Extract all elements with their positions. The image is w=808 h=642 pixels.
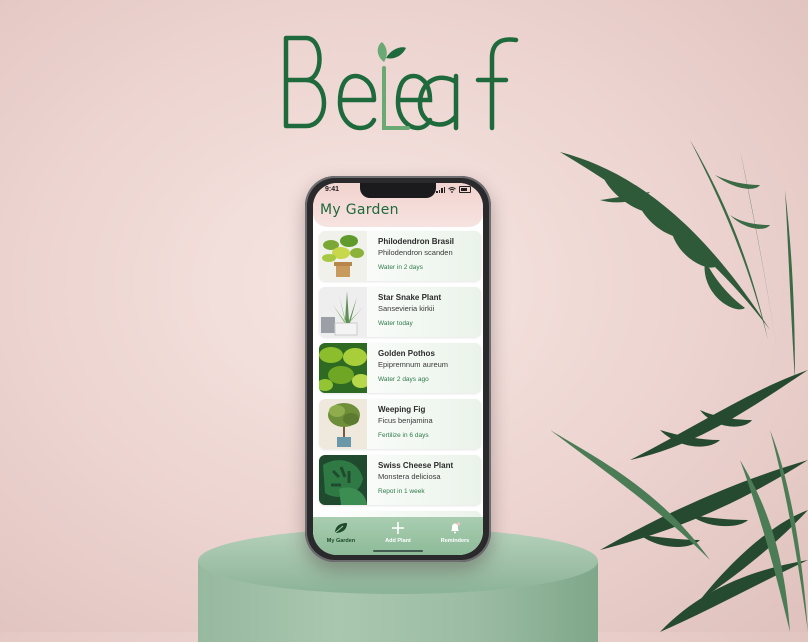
plant-name: Star Snake Plant [378,293,442,302]
plant-scientific-name: Sansevieria kirkii [378,304,435,313]
care-task: Water today [378,320,413,327]
plant-photo [319,455,367,505]
plant-scientific-name: Monstera deliciosa [378,472,441,481]
plant-name: Golden Pothos [378,349,435,358]
signal-icon [436,186,445,193]
tab-my-garden[interactable]: My Garden [313,521,369,551]
phone-notch [360,183,436,198]
plant-scientific-name: Ficus benjamina [378,416,433,425]
tab-label: Add Plant [385,538,411,544]
plus-icon [392,522,404,534]
status-time: 9:41 [325,186,340,193]
tab-label: Reminders [440,538,470,544]
care-task: Water 2 days ago [378,376,429,383]
plant-name: Philodendron Brasil [378,237,455,246]
care-task: Fertilize in 6 days [378,432,429,439]
page-title: My Garden [320,202,399,218]
plant-scientific-name: Epipremnum aureum [378,360,449,369]
plant-card[interactable]: Swiss Cheese Plant Monstera deliciosa Re… [319,455,481,505]
bell-icon [451,522,461,534]
plant-card[interactable]: Weeping Fig Ficus benjamina Fertilize in… [319,399,481,449]
tab-label: My Garden [326,538,356,544]
care-task: Water in 2 days [378,264,423,271]
tab-add-plant[interactable]: Add Plant [370,521,426,551]
leaf-icon [334,523,347,534]
plant-card[interactable]: Golden Pothos Epipremnum aureum Water 2 … [319,343,481,393]
phone-mockup: My Garden 9:41 Philodendron Brasil Philo… [305,176,491,562]
care-task: Repot in 1 week [378,488,425,495]
plant-card[interactable]: Star Snake Plant Sansevieria kirkii Wate… [319,287,481,337]
tab-bar: My Garden Add Plant Reminders [313,517,483,555]
plant-scientific-name: Philodendron scanden [378,248,453,257]
brand-logo [280,28,530,132]
home-indicator [373,550,423,552]
tab-reminders[interactable]: Reminders [427,521,483,551]
plant-name: Swiss Cheese Plant [378,461,454,470]
wifi-icon [448,186,456,193]
plant-photo [319,399,367,449]
plant-photo [319,231,367,281]
plant-photo [319,343,367,393]
app-screen: My Garden 9:41 Philodendron Brasil Philo… [313,183,483,555]
battery-icon [459,186,471,193]
plant-name: Weeping Fig [378,405,426,414]
plant-card[interactable]: Philodendron Brasil Philodendron scanden… [319,231,481,281]
plant-photo [319,287,367,337]
